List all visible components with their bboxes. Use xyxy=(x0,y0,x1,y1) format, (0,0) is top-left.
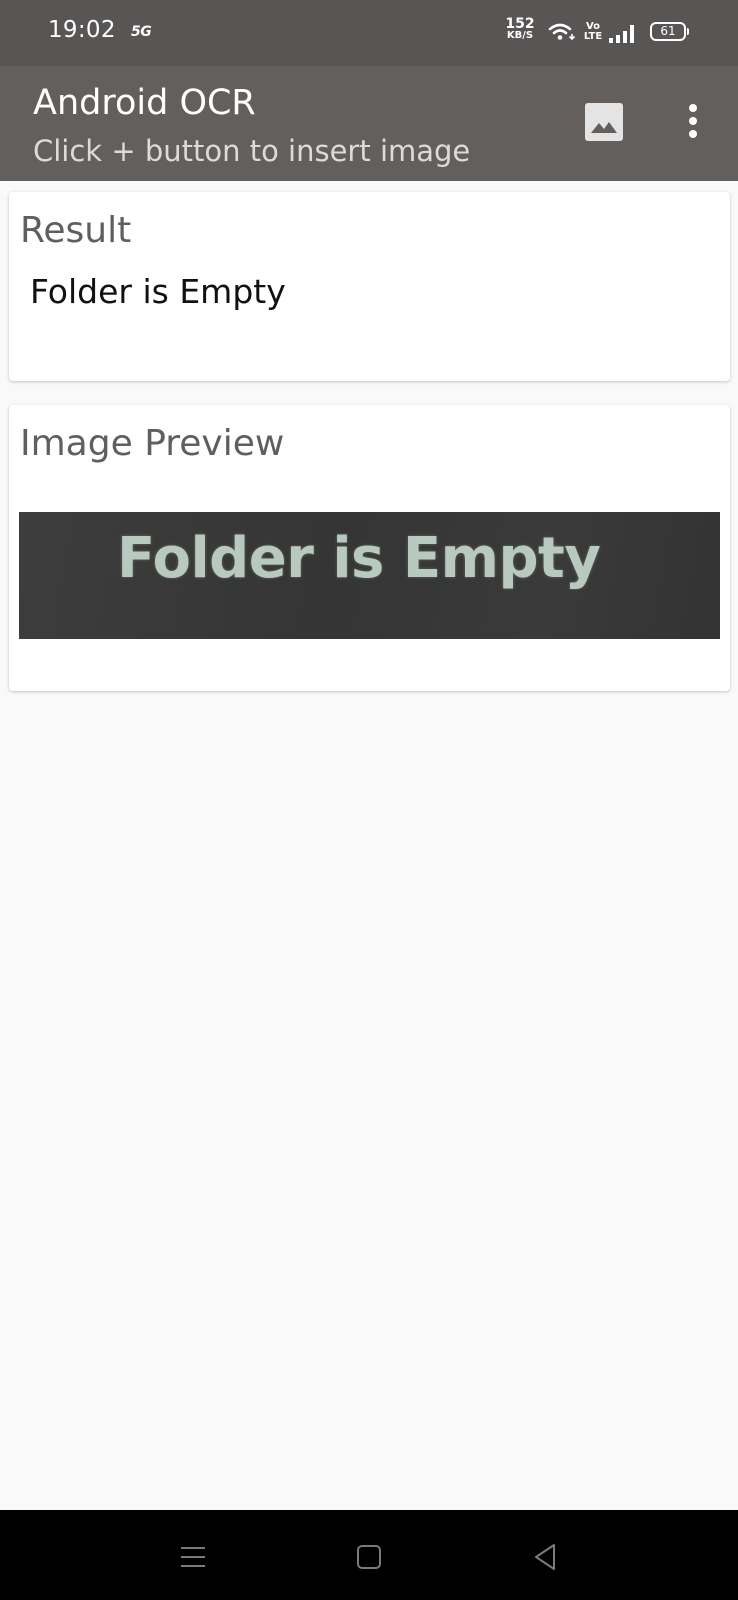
network-badge: 5G xyxy=(131,24,152,40)
wifi-icon xyxy=(548,23,576,41)
result-text: Folder is Empty xyxy=(30,272,286,311)
network-speed-value: 152 xyxy=(505,16,535,32)
gallery-icon xyxy=(585,103,623,141)
image-preview-card: Image Preview Folder is Empty xyxy=(9,405,730,691)
status-bar: 19:02 5G 152 KB/S Vo LTE 61 xyxy=(0,0,738,66)
recents-icon xyxy=(181,1547,205,1567)
recents-button[interactable] xyxy=(176,1540,210,1574)
status-time: 19:02 xyxy=(48,17,116,43)
gallery-button[interactable] xyxy=(584,102,624,142)
battery-level: 61 xyxy=(660,24,676,38)
preview-image: Folder is Empty xyxy=(19,512,720,639)
app-subtitle: Click + button to insert image xyxy=(33,134,471,168)
back-button[interactable] xyxy=(528,1540,562,1574)
home-button[interactable] xyxy=(352,1540,386,1574)
battery-icon: 61 xyxy=(650,22,689,41)
home-icon xyxy=(357,1545,381,1569)
more-options-button[interactable] xyxy=(676,102,710,142)
signal-icon xyxy=(609,25,634,43)
image-preview-title: Image Preview xyxy=(20,423,285,464)
network-speed: 152 KB/S xyxy=(504,16,536,42)
volte-bottom: LTE xyxy=(583,31,603,42)
result-card: Result Folder is Empty xyxy=(9,192,730,381)
result-title: Result xyxy=(20,210,132,251)
back-icon xyxy=(535,1544,555,1570)
network-speed-unit: KB/S xyxy=(506,30,534,41)
volte-icon: Vo LTE xyxy=(583,22,603,42)
app-title: Android OCR xyxy=(33,83,256,123)
preview-image-text: Folder is Empty xyxy=(117,526,601,591)
app-bar: Android OCR Click + button to insert ima… xyxy=(0,66,738,181)
more-vert-icon xyxy=(689,104,697,138)
navigation-bar xyxy=(0,1510,738,1600)
